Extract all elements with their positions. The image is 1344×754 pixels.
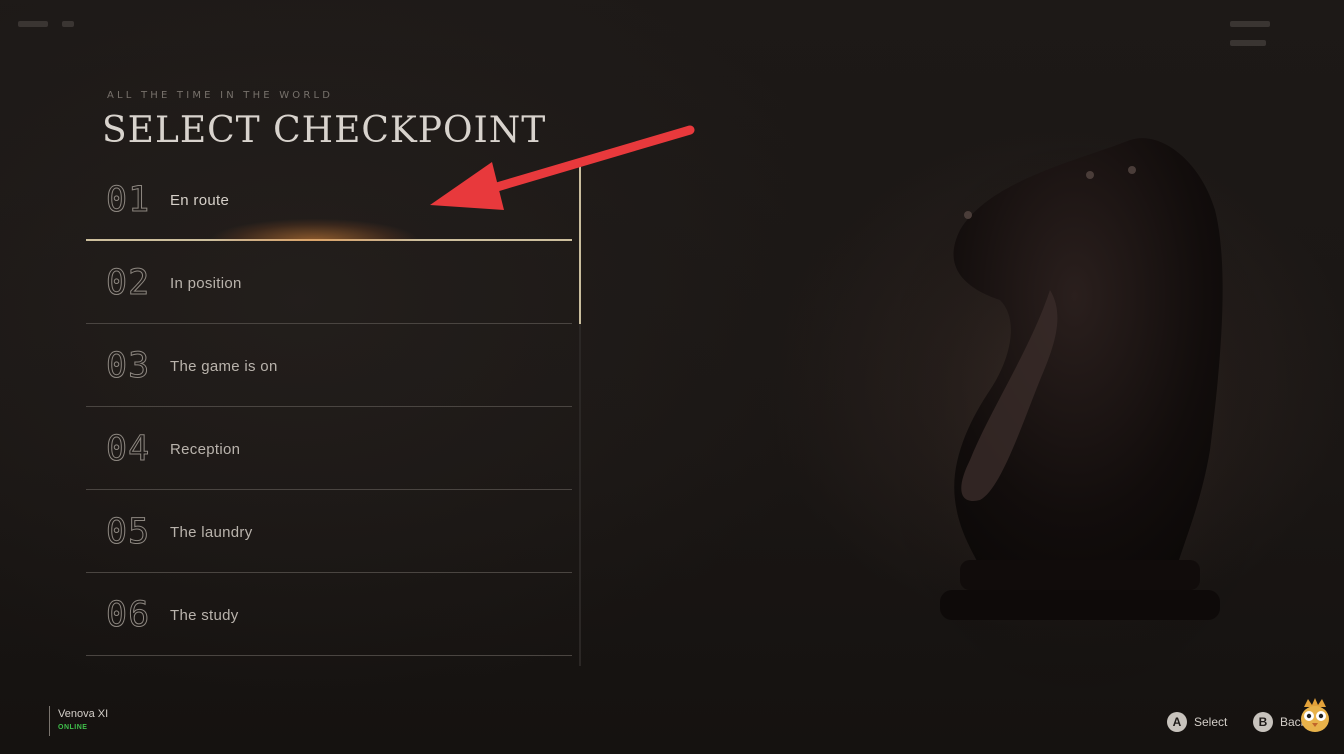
checkpoint-item-06[interactable]: 06 The study xyxy=(86,573,572,656)
checkpoint-item-02[interactable]: 02 In position xyxy=(86,241,572,324)
top-right-hud xyxy=(1200,12,1330,46)
checkpoint-item-04[interactable]: 04 Reception xyxy=(86,407,572,490)
scrollbar-thumb[interactable] xyxy=(579,166,581,324)
checkpoint-number: 06 xyxy=(105,595,151,636)
select-label: Select xyxy=(1194,715,1228,729)
checkpoint-number: 02 xyxy=(105,263,151,304)
checkpoint-label: The study xyxy=(170,607,239,624)
checkpoint-label: In position xyxy=(170,275,242,292)
b-button-icon: B xyxy=(1253,712,1273,732)
checkpoint-label: The game is on xyxy=(170,358,278,375)
select-prompt[interactable]: A Select xyxy=(1167,710,1227,734)
checkpoint-number: 05 xyxy=(105,512,151,553)
checkpoint-item-03[interactable]: 03 The game is on xyxy=(86,324,572,407)
checkpoint-item-05[interactable]: 05 The laundry xyxy=(86,490,572,573)
owl-mascot-icon xyxy=(1301,698,1329,732)
player-status: ONLINE xyxy=(58,724,88,731)
chess-knight-icon xyxy=(900,130,1260,700)
player-card: Venova XI ONLINE xyxy=(49,706,108,736)
checkpoint-label: En route xyxy=(170,192,230,209)
page-title: SELECT CHECKPOINT xyxy=(102,110,547,151)
mission-subtitle: ALL THE TIME IN THE WORLD xyxy=(107,90,334,101)
player-name: Venova XI xyxy=(58,708,109,720)
top-left-hud xyxy=(18,12,88,27)
checkpoint-number: 03 xyxy=(105,346,151,387)
checkpoint-list: 01 En route 02 In position 03 The game i… xyxy=(86,158,572,656)
checkpoint-label: Reception xyxy=(170,441,241,458)
checkpoint-item-01[interactable]: 01 En route xyxy=(86,158,572,241)
a-button-icon: A xyxy=(1167,712,1187,732)
checkpoint-number: 04 xyxy=(105,429,151,470)
checkpoint-label: The laundry xyxy=(170,524,253,541)
checkpoint-number: 01 xyxy=(105,180,151,221)
